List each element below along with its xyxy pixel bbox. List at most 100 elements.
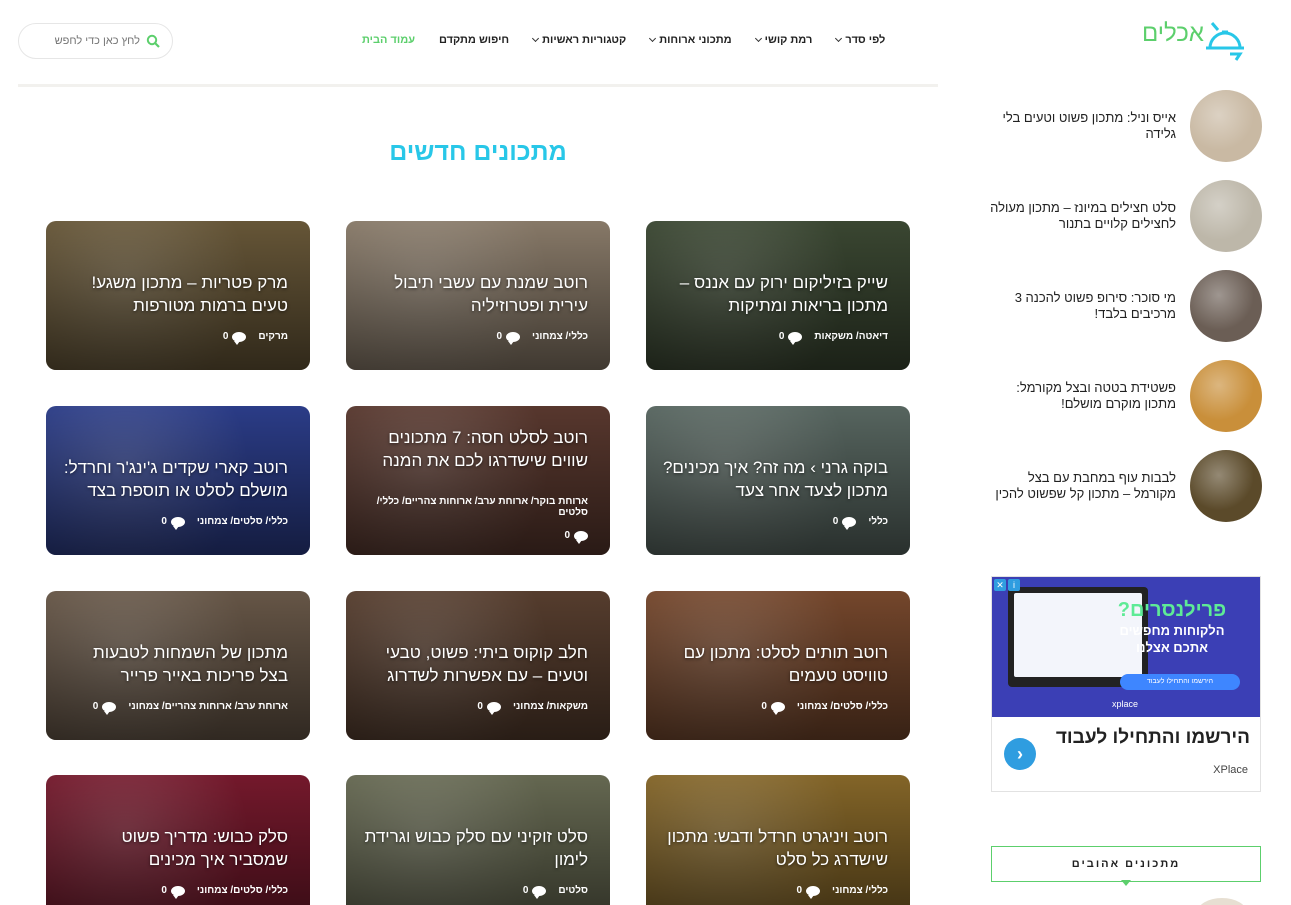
card-meta: כללי/ סלטים/ צמחוני 0 <box>161 516 288 530</box>
comment-count-value: 0 <box>222 331 229 342</box>
card-categories[interactable]: ארוחת בוקר/ ארוחת ערב/ ארוחות צהריים/ כל… <box>366 496 588 518</box>
card-title[interactable]: מתכון של השמחות לטבעות בצל פריכות באייר … <box>60 641 288 687</box>
comments-icon <box>770 701 785 715</box>
nav-item[interactable]: לפי סדר <box>824 30 897 50</box>
card-title[interactable]: רוטב לסלט חסה: 7 מתכונים שווים שישדרגו ל… <box>360 426 588 472</box>
card-title[interactable]: מרק פטריות – מתכון משגע! טעים ברמות מטור… <box>60 271 289 317</box>
card-meta: סלטים 0 <box>523 885 588 899</box>
nav-item[interactable]: קטגוריות ראשיות <box>521 30 638 50</box>
chevron-down-icon <box>754 34 762 43</box>
comment-count[interactable]: 0 <box>222 331 247 345</box>
card-categories[interactable]: מרקים <box>258 331 288 342</box>
recipe-card[interactable]: סלק כבוש: מדריך פשוט שמסביר איך מכינים כל… <box>46 775 310 905</box>
comment-count[interactable]: 0 <box>161 885 185 899</box>
search-input[interactable] <box>30 35 140 47</box>
card-title[interactable]: רוטב שמנת עם עשבי תיבול עירית ופטרוזיליה <box>360 271 588 317</box>
card-categories[interactable]: כללי/ סלטים/ צמחוני <box>197 516 288 527</box>
recipe-thumbnail[interactable] <box>1190 90 1262 162</box>
card-categories[interactable]: כללי/ סלטים/ צמחוני <box>197 885 288 896</box>
sidebar-recipe-item[interactable]: פשטידת בטטה ובצל מקורמל: מתכון מוקרם מוש… <box>990 360 1262 432</box>
nav-item[interactable]: עמוד הבית <box>350 30 427 50</box>
card-meta: כללי/ צמחוני 0 <box>496 331 588 345</box>
comments-icon <box>842 516 857 530</box>
recipe-card[interactable]: רוטב תותים לסלט: מתכון עם טוויסט טעמים כל… <box>646 591 910 740</box>
comment-count[interactable]: 0 <box>796 885 821 899</box>
card-categories[interactable]: כללי/ צמחוני <box>832 885 888 896</box>
sidebar-recipe-item[interactable]: סלט חצילים במיונז – מתכון מעולה לחצילים … <box>990 180 1262 252</box>
card-title[interactable]: שייק בזיליקום ירוק עם אננס – מתכון בריאו… <box>660 271 888 317</box>
favorites-heading: מתכונים אהובים <box>991 846 1261 882</box>
comment-count-value: 0 <box>496 331 503 342</box>
card-title[interactable]: בוקה גרני › מה זה? איך מכינים? מתכון לצע… <box>660 456 888 502</box>
sidebar-recipe-item[interactable]: מי סוכר: סירופ פשוט להכנה 3 מרכיבים בלבד… <box>990 270 1262 342</box>
recipe-thumbnail[interactable] <box>1190 180 1262 252</box>
card-categories[interactable]: כללי/ סלטים/ צמחוני <box>797 701 888 712</box>
recipe-card[interactable]: בוקה גרני › מה זה? איך מכינים? מתכון לצע… <box>646 406 910 555</box>
comment-count[interactable]: 0 <box>161 516 185 530</box>
recipe-card[interactable]: מתכון של השמחות לטבעות בצל פריכות באייר … <box>46 591 310 740</box>
recipe-card[interactable]: רוטב לסלט חסה: 7 מתכונים שווים שישדרגו ל… <box>346 406 610 555</box>
sidebar-recipe-title[interactable]: אייס וניל: מתכון פשוט וטעים בלי גלידה <box>990 110 1176 142</box>
card-categories[interactable]: כללי/ צמחוני <box>532 331 588 342</box>
sidebar-recipe-title[interactable]: מי סוכר: סירופ פשוט להכנה 3 מרכיבים בלבד… <box>990 290 1176 322</box>
sidebar-recipe-item[interactable]: אייס וניל: מתכון פשוט וטעים בלי גלידה <box>990 90 1262 162</box>
chevron-right-icon[interactable]: › <box>1004 738 1036 770</box>
card-title[interactable]: רוטב קארי שקדים ג'ינג'ר וחרדל: מושלם לסל… <box>60 456 288 502</box>
ad-close-icon[interactable]: ✕ <box>994 579 1006 591</box>
nav-item[interactable]: מתכוני ארוחות <box>638 30 743 50</box>
favorite-thumb[interactable] <box>1197 898 1247 905</box>
recipe-card[interactable]: חלב קוקוס ביתי: פשוט, טבעי וטעים – עם אפ… <box>346 591 610 740</box>
comment-count[interactable]: 0 <box>833 516 857 530</box>
nav-item[interactable]: רמת קושי <box>744 30 825 50</box>
sidebar-ad[interactable]: פרילנסרים? הלקוחות מחפשים אתכם אצלנו היר… <box>991 576 1261 792</box>
card-categories[interactable]: כללי <box>868 516 888 527</box>
sidebar-recipe-title[interactable]: פשטידת בטטה ובצל מקורמל: מתכון מוקרם מוש… <box>990 380 1176 412</box>
comment-count[interactable]: 0 <box>564 530 588 544</box>
search-box[interactable] <box>18 23 173 59</box>
nav-item-label: עמוד הבית <box>362 34 416 46</box>
comment-count[interactable]: 0 <box>477 701 501 715</box>
comments-icon <box>574 530 588 544</box>
comment-count-value: 0 <box>564 530 570 541</box>
comment-count[interactable]: 0 <box>761 701 785 715</box>
recipe-card[interactable]: מרק פטריות – מתכון משגע! טעים ברמות מטור… <box>46 221 310 370</box>
recipe-thumbnail[interactable] <box>1190 360 1262 432</box>
recipe-card[interactable]: רוטב ויניגרט חרדל ודבש: מתכון שישדרג כל … <box>646 775 910 905</box>
card-title[interactable]: רוטב תותים לסלט: מתכון עם טוויסט טעמים <box>660 641 888 687</box>
card-categories[interactable]: דיאטה/ משקאות <box>814 331 888 342</box>
card-title[interactable]: סלט זוקיני עם סלק כבוש וגרידת לימון <box>360 825 588 871</box>
comment-count[interactable]: 0 <box>496 331 521 345</box>
recipe-card[interactable]: רוטב שמנת עם עשבי תיבול עירית ופטרוזיליה… <box>346 221 610 370</box>
card-categories[interactable]: ארוחת ערב/ ארוחות צהריים/ צמחוני <box>128 701 288 712</box>
ad-headline[interactable]: הירשמו והתחילו לעבוד <box>1004 727 1250 749</box>
card-categories[interactable]: משקאות/ צמחוני <box>513 701 588 712</box>
comment-count[interactable]: 0 <box>523 885 547 899</box>
card-title[interactable]: סלק כבוש: מדריך פשוט שמסביר איך מכינים <box>60 825 288 871</box>
recipe-thumbnail[interactable] <box>1190 450 1262 522</box>
ad-image[interactable]: פרילנסרים? הלקוחות מחפשים אתכם אצלנו היר… <box>992 577 1260 717</box>
recipe-card[interactable]: שייק בזיליקום ירוק עם אננס – מתכון בריאו… <box>646 221 910 370</box>
card-meta: ארוחת בוקר/ ארוחת ערב/ ארוחות צהריים/ כל… <box>366 496 588 544</box>
ad-choices[interactable]: ✕ i <box>994 579 1020 591</box>
recipe-card[interactable]: סלט זוקיני עם סלק כבוש וגרידת לימון סלטים… <box>346 775 610 905</box>
sidebar-recipe-title[interactable]: לבבות עוף במחבת עם בצל מקורמל – מתכון קל… <box>990 470 1176 502</box>
sidebar-recipe-item[interactable]: לבבות עוף במחבת עם בצל מקורמל – מתכון קל… <box>990 450 1262 522</box>
ad-info-icon[interactable]: i <box>1008 579 1020 591</box>
comments-icon <box>170 885 185 899</box>
ad-cta-button[interactable]: הירשמו והתחילו לעבוד <box>1120 674 1240 690</box>
comment-count[interactable]: 0 <box>93 701 117 715</box>
comments-icon <box>532 885 547 899</box>
site-logo[interactable]: אכלים <box>1140 18 1250 64</box>
nav-item-label: קטגוריות ראשיות <box>542 34 627 46</box>
comment-count[interactable]: 0 <box>779 331 803 345</box>
search-icon[interactable] <box>146 34 160 48</box>
card-title[interactable]: רוטב ויניגרט חרדל ודבש: מתכון שישדרג כל … <box>660 825 888 871</box>
recipe-card[interactable]: רוטב קארי שקדים ג'ינג'ר וחרדל: מושלם לסל… <box>46 406 310 555</box>
recipe-thumbnail[interactable] <box>1190 270 1262 342</box>
card-categories[interactable]: סלטים <box>558 885 588 896</box>
comments-icon <box>232 331 247 345</box>
sidebar-recipe-title[interactable]: סלט חצילים במיונז – מתכון מעולה לחצילים … <box>990 200 1176 232</box>
comments-icon <box>102 701 117 715</box>
nav-item[interactable]: חיפוש מתקדם <box>427 30 521 50</box>
card-title[interactable]: חלב קוקוס ביתי: פשוט, טבעי וטעים – עם אפ… <box>360 641 588 687</box>
